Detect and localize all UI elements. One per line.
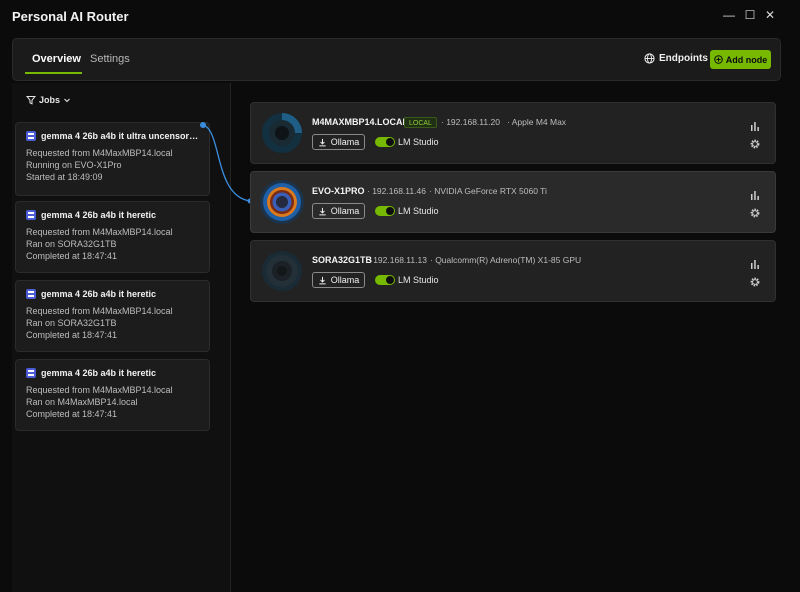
- lm-studio-toggle[interactable]: [375, 137, 395, 147]
- bar-chart-icon[interactable]: [749, 258, 761, 270]
- job-time: Completed at 18:47:41: [26, 251, 118, 261]
- ollama-label: Ollama: [330, 206, 360, 216]
- ollama-label: Ollama: [330, 137, 360, 147]
- job-time: Started at 18:49:09: [26, 172, 103, 182]
- chevron-down-icon: [64, 98, 70, 103]
- local-badge: LOCAL: [404, 117, 437, 128]
- filter-icon: [26, 96, 36, 105]
- endpoints-label: Endpoints: [659, 53, 708, 64]
- gear-icon[interactable]: [749, 276, 761, 288]
- bar-chart-icon[interactable]: [749, 189, 761, 201]
- jobs-filter-dropdown[interactable]: Jobs: [26, 95, 71, 105]
- node-avatar: [262, 251, 302, 291]
- node-ip: · 192.168.11.13: [368, 255, 427, 265]
- job-time: Completed at 18:47:41: [26, 409, 118, 419]
- node-ip: · 192.168.11.46: [367, 186, 426, 196]
- node-card-sora32g1tb[interactable]: SORA32G1TB · 192.168.11.13 · Qualcomm(R)…: [250, 240, 776, 302]
- job-model-icon: [26, 368, 36, 378]
- ollama-button[interactable]: Ollama: [312, 203, 365, 219]
- minimize-icon[interactable]: —: [722, 8, 736, 22]
- node-hardware: · NVIDIA GeForce RTX 5060 Ti: [429, 186, 547, 196]
- lm-studio-label: LM Studio: [398, 275, 439, 285]
- download-icon: [319, 207, 326, 215]
- node-card-evo-x1pro[interactable]: EVO-X1PRO · 192.168.11.46 · NVIDIA GeFor…: [250, 171, 776, 233]
- close-icon[interactable]: ✕: [763, 8, 777, 22]
- node-hardware: · Apple M4 Max: [507, 117, 567, 127]
- node-hardware: · Qualcomm(R) Adreno(TM) X1-85 GPU: [430, 255, 582, 265]
- jobs-panel: Jobs gemma 4 26b a4b it ultra uncensored…: [12, 83, 231, 592]
- node-ip: · 192.168.11.20: [441, 117, 500, 127]
- lm-studio-toggle[interactable]: [375, 206, 395, 216]
- job-title: gemma 4 26b a4b it heretic: [41, 210, 157, 220]
- node-avatar: [262, 113, 302, 153]
- gear-icon[interactable]: [749, 138, 761, 150]
- ollama-label: Ollama: [330, 275, 360, 285]
- add-node-button[interactable]: Add node: [710, 50, 771, 69]
- job-card[interactable]: gemma 4 26b a4b it heretic Requested fro…: [15, 280, 210, 352]
- job-card[interactable]: gemma 4 26b a4b it ultra uncensored h...…: [15, 122, 210, 196]
- job-time: Completed at 18:47:41: [26, 330, 118, 340]
- lm-studio-label: LM Studio: [398, 206, 439, 216]
- lm-studio-toggle[interactable]: [375, 275, 395, 285]
- job-title: gemma 4 26b a4b it ultra uncensored h...: [41, 131, 199, 141]
- node-name: M4MAXMBP14.LOCAL: [312, 117, 409, 127]
- gear-icon[interactable]: [749, 207, 761, 219]
- jobs-filter-label: Jobs: [39, 95, 61, 105]
- node-card-m4maxmbp14[interactable]: M4MAXMBP14.LOCAL LOCAL · 192.168.11.20 ·…: [250, 102, 776, 164]
- add-node-label: Add node: [725, 54, 768, 65]
- job-model-icon: [26, 289, 36, 299]
- job-title: gemma 4 26b a4b it heretic: [41, 368, 157, 378]
- node-name: EVO-X1PRO: [312, 186, 365, 196]
- tab-settings[interactable]: Settings: [90, 53, 130, 65]
- job-requested-from: Requested from M4MaxMBP14.local: [26, 148, 173, 158]
- active-tab-indicator: [25, 72, 82, 74]
- job-model-icon: [26, 131, 36, 141]
- app-title: Personal AI Router: [12, 9, 129, 24]
- download-icon: [319, 138, 326, 146]
- plus-circle-icon: [713, 55, 723, 64]
- ollama-button[interactable]: Ollama: [312, 272, 365, 288]
- job-status: Ran on M4MaxMBP14.local: [26, 397, 138, 407]
- top-bar: Overview Settings Endpoints Add node: [12, 38, 781, 81]
- download-icon: [319, 276, 326, 284]
- job-model-icon: [26, 210, 36, 220]
- job-requested-from: Requested from M4MaxMBP14.local: [26, 227, 173, 237]
- endpoints-button[interactable]: Endpoints: [644, 53, 708, 64]
- job-title: gemma 4 26b a4b it heretic: [41, 289, 157, 299]
- job-requested-from: Requested from M4MaxMBP14.local: [26, 385, 173, 395]
- globe-icon: [644, 53, 655, 64]
- job-status: Running on EVO-X1Pro: [26, 160, 122, 170]
- maximize-icon[interactable]: ☐: [743, 8, 757, 22]
- title-bar: Personal AI Router — ☐ ✕: [0, 0, 800, 32]
- tab-overview[interactable]: Overview: [32, 53, 81, 65]
- bar-chart-icon[interactable]: [749, 120, 761, 132]
- job-card[interactable]: gemma 4 26b a4b it heretic Requested fro…: [15, 359, 210, 431]
- job-status: Ran on SORA32G1TB: [26, 239, 117, 249]
- job-requested-from: Requested from M4MaxMBP14.local: [26, 306, 173, 316]
- ollama-button[interactable]: Ollama: [312, 134, 365, 150]
- node-name: SORA32G1TB: [312, 255, 373, 265]
- job-card[interactable]: gemma 4 26b a4b it heretic Requested fro…: [15, 201, 210, 273]
- lm-studio-label: LM Studio: [398, 137, 439, 147]
- node-avatar: [260, 180, 304, 224]
- job-status: Ran on SORA32G1TB: [26, 318, 117, 328]
